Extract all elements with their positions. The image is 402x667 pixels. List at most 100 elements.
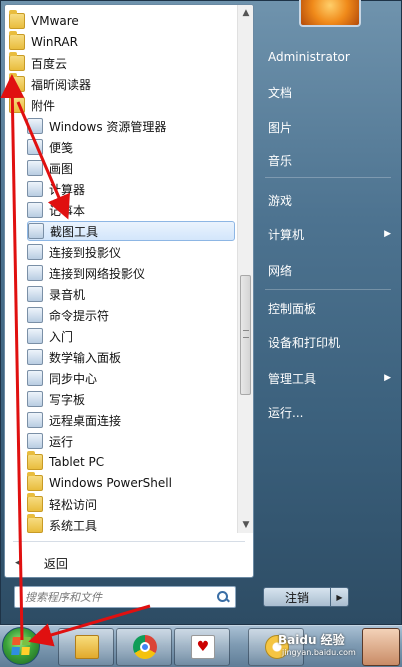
program-label: 运行 bbox=[49, 434, 74, 449]
program-label: 百度云 bbox=[31, 56, 68, 71]
folder-icon bbox=[27, 514, 43, 533]
right-menu-item[interactable]: 音乐 bbox=[261, 149, 391, 171]
program-item[interactable]: 录音机 bbox=[27, 284, 235, 304]
folder-icon bbox=[9, 31, 25, 50]
logout-button[interactable]: 注销 bbox=[263, 587, 331, 607]
submenu-arrow-icon: ▶ bbox=[384, 373, 391, 383]
program-item[interactable]: Windows 资源管理器 bbox=[27, 116, 235, 136]
folder-icon bbox=[27, 472, 43, 491]
chevron-right-icon: ▶ bbox=[336, 592, 343, 602]
program-item[interactable]: 连接到网络投影仪 bbox=[27, 263, 235, 283]
program-item[interactable]: 写字板 bbox=[27, 389, 235, 409]
right-menu-label: 计算机 bbox=[268, 227, 305, 242]
taskbar-chrome-button[interactable] bbox=[116, 628, 172, 666]
right-menu-item[interactable]: 图片 bbox=[261, 116, 391, 138]
search-icon[interactable] bbox=[216, 590, 230, 604]
getting-started-icon bbox=[27, 328, 43, 344]
right-menu-item[interactable]: Administrator bbox=[261, 46, 391, 68]
user-avatar[interactable] bbox=[299, 0, 361, 27]
program-label: 录音机 bbox=[49, 287, 86, 302]
sync-icon bbox=[27, 370, 43, 386]
program-label: 截图工具 bbox=[50, 224, 99, 239]
submenu-arrow-icon: ▶ bbox=[384, 229, 391, 239]
program-item[interactable]: 附件 bbox=[9, 94, 235, 115]
right-menu-item[interactable]: 文档 bbox=[261, 81, 391, 103]
right-menu-item[interactable]: 运行... bbox=[261, 401, 391, 423]
program-label: 画图 bbox=[49, 161, 74, 176]
start-menu: VMware WinRAR 百度云福昕阅读器 附件 Windows 资源管理器 便笺画图计… bbox=[0, 0, 402, 625]
right-menu-item[interactable]: 设备和打印机 bbox=[261, 331, 391, 353]
program-item[interactable]: 命令提示符 bbox=[27, 305, 235, 325]
program-item[interactable]: Windows PowerShell bbox=[27, 472, 235, 493]
back-button[interactable]: ◀ 返回 bbox=[15, 554, 68, 572]
program-label: 数学输入面板 bbox=[49, 350, 122, 365]
scroll-grip-icon bbox=[243, 330, 249, 338]
scroll-up-arrow-icon[interactable]: ▲ bbox=[238, 5, 253, 21]
right-menu-label: 游戏 bbox=[268, 193, 293, 208]
program-label: 入门 bbox=[49, 329, 74, 344]
right-menu-divider bbox=[265, 289, 391, 290]
back-arrow-icon: ◀ bbox=[15, 558, 22, 568]
taskbar-explorer-button[interactable] bbox=[58, 628, 114, 666]
scroll-thumb[interactable] bbox=[240, 275, 251, 395]
program-label: VMware bbox=[31, 14, 79, 28]
program-item[interactable]: 远程桌面连接 bbox=[27, 410, 235, 430]
taskbar: ♥ Baidu 经验 jingyan.baidu.com bbox=[0, 625, 402, 667]
microphone-icon bbox=[27, 286, 43, 302]
programs-scrollbar[interactable]: ▲ ▼ bbox=[237, 5, 253, 533]
program-label: 系统工具 bbox=[49, 518, 98, 533]
chrome-icon bbox=[133, 635, 157, 659]
right-menu-item[interactable]: 网络 bbox=[261, 259, 391, 281]
right-menu-item[interactable]: 计算机 ▶ bbox=[261, 223, 391, 245]
program-label: 命令提示符 bbox=[49, 308, 110, 323]
start-button[interactable] bbox=[2, 627, 40, 665]
programs-list: VMware WinRAR 百度云福昕阅读器 附件 Windows 资源管理器 便笺画图计… bbox=[5, 5, 237, 533]
watermark-text: Baidu 经验 bbox=[278, 633, 345, 647]
taskbar-solitaire-button[interactable]: ♥ bbox=[174, 628, 230, 666]
scroll-down-arrow-icon[interactable]: ▼ bbox=[238, 517, 253, 533]
right-menu-item[interactable]: 管理工具 ▶ bbox=[261, 367, 391, 389]
program-item[interactable]: 连接到投影仪 bbox=[27, 242, 235, 262]
search-input[interactable] bbox=[15, 589, 216, 605]
explorer-icon bbox=[27, 118, 43, 134]
folder-icon bbox=[9, 52, 25, 71]
program-item[interactable]: 同步中心 bbox=[27, 368, 235, 388]
program-label: Tablet PC bbox=[49, 455, 105, 469]
cards-icon: ♥ bbox=[191, 635, 215, 659]
program-label: 写字板 bbox=[49, 392, 86, 407]
program-item[interactable]: 记事本 bbox=[27, 200, 235, 220]
program-item[interactable]: 计算器 bbox=[27, 179, 235, 199]
right-menu-item[interactable]: 游戏 bbox=[261, 189, 391, 211]
right-menu-item[interactable]: 控制面板 bbox=[261, 297, 391, 319]
program-item[interactable]: WinRAR bbox=[9, 31, 235, 52]
cmd-icon bbox=[27, 307, 43, 323]
right-menu-label: 图片 bbox=[268, 120, 293, 135]
program-item[interactable]: 画图 bbox=[27, 158, 235, 178]
program-label: 远程桌面连接 bbox=[49, 413, 122, 428]
folder-icon bbox=[27, 451, 43, 470]
program-item[interactable]: 运行 bbox=[27, 431, 235, 451]
program-item[interactable]: 截图工具 bbox=[27, 221, 235, 241]
program-item[interactable]: VMware bbox=[9, 10, 235, 31]
taskbar-app-button[interactable] bbox=[362, 628, 400, 666]
program-item[interactable]: 便笺 bbox=[27, 137, 235, 157]
right-menu-label: 网络 bbox=[268, 263, 293, 278]
right-menu-label: 音乐 bbox=[268, 153, 293, 168]
network-projector-icon bbox=[27, 265, 43, 281]
shutdown-options-button[interactable]: ▶ bbox=[331, 587, 349, 607]
search-box[interactable] bbox=[14, 586, 236, 608]
program-item[interactable]: 百度云 bbox=[9, 52, 235, 73]
program-item[interactable]: 入门 bbox=[27, 326, 235, 346]
program-item[interactable]: 轻松访问 bbox=[27, 493, 235, 514]
program-item[interactable]: 数学输入面板 bbox=[27, 347, 235, 367]
logout-label: 注销 bbox=[284, 590, 309, 605]
notepad-icon bbox=[27, 202, 43, 218]
all-programs-panel: VMware WinRAR 百度云福昕阅读器 附件 Windows 资源管理器 便笺画图计… bbox=[4, 4, 254, 578]
program-label: 连接到投影仪 bbox=[49, 245, 122, 260]
program-item[interactable]: 系统工具 bbox=[27, 514, 235, 533]
program-item[interactable]: 福昕阅读器 bbox=[9, 73, 235, 94]
watermark-url: jingyan.baidu.com bbox=[282, 648, 356, 657]
paint-icon bbox=[27, 160, 43, 176]
program-item[interactable]: Tablet PC bbox=[27, 451, 235, 472]
right-menu-label: 设备和打印机 bbox=[268, 335, 341, 350]
